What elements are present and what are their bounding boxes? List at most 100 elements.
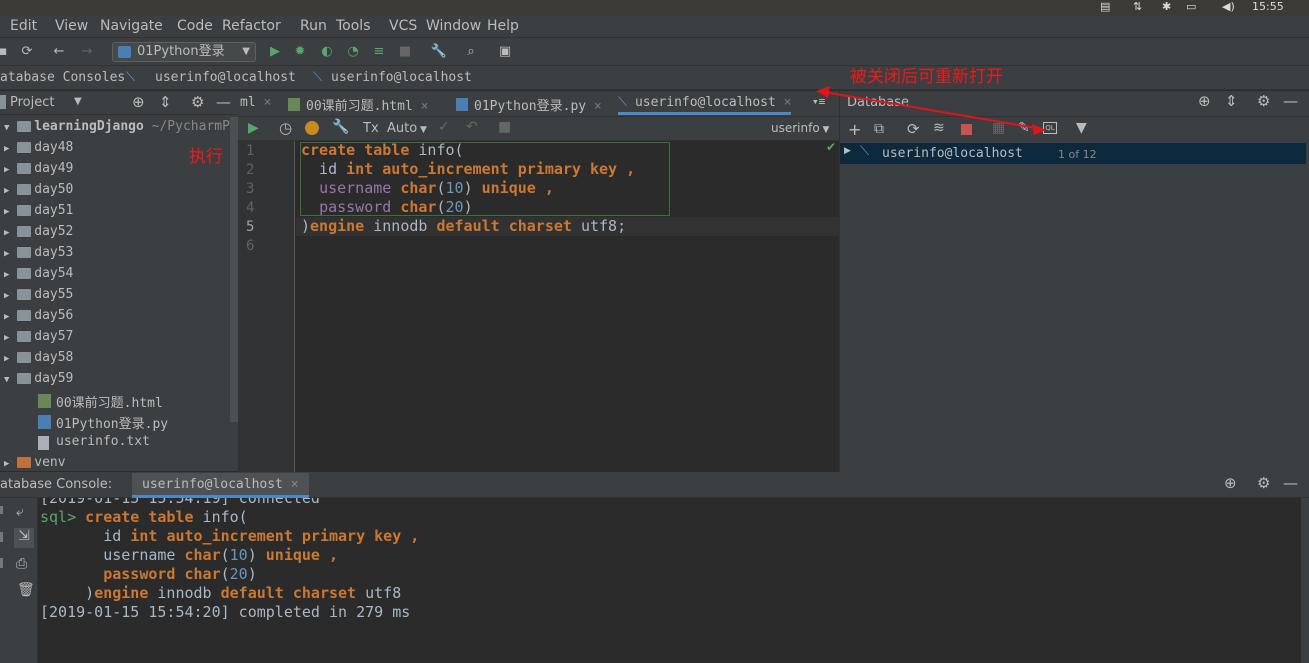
search-icon[interactable]: ⌕ bbox=[462, 43, 480, 61]
back-icon[interactable]: ← bbox=[50, 43, 68, 61]
tab-html[interactable]: 00课前习题.html × bbox=[288, 95, 428, 114]
close-icon[interactable]: × bbox=[421, 99, 429, 114]
tree-folder[interactable]: ▶ day55 bbox=[4, 287, 73, 302]
close-icon[interactable]: × bbox=[291, 477, 299, 492]
tree-folder[interactable]: ▶ day51 bbox=[4, 203, 73, 218]
console-tab[interactable]: userinfo@localhost × bbox=[132, 473, 309, 498]
menu-code[interactable]: Code bbox=[177, 18, 213, 34]
menu-run[interactable]: Run bbox=[300, 18, 327, 34]
tree-folder[interactable]: ▶ day53 bbox=[4, 245, 73, 260]
tree-folder[interactable]: ▶ day50 bbox=[4, 182, 73, 197]
menu-refactor[interactable]: Refactor bbox=[222, 18, 281, 34]
battery-icon[interactable]: ▭ bbox=[1186, 0, 1196, 13]
scroll-to-end-icon[interactable]: ⇲ bbox=[14, 528, 34, 548]
tree-folder[interactable]: ▶ day49 bbox=[4, 161, 73, 176]
trash-icon[interactable]: 🗑 bbox=[17, 582, 35, 598]
tab-console[interactable]: ⟍ userinfo@localhost × bbox=[618, 95, 792, 115]
parameters-icon[interactable] bbox=[305, 121, 319, 135]
close-icon[interactable]: × bbox=[594, 99, 602, 114]
debug-icon[interactable]: ✹ bbox=[291, 43, 309, 61]
save-icon[interactable]: ▪ bbox=[0, 43, 12, 61]
python-icon bbox=[118, 46, 131, 58]
tab-html-partial[interactable]: ml × bbox=[240, 95, 271, 110]
execute-icon[interactable]: ▶ bbox=[248, 120, 259, 136]
target-icon[interactable]: ⊕ bbox=[1198, 92, 1211, 110]
project-scrollbar[interactable] bbox=[230, 117, 238, 422]
menu-view[interactable]: View bbox=[55, 18, 88, 34]
menu-navigate[interactable]: Navigate bbox=[100, 18, 163, 34]
tree-folder[interactable]: ▶ venv bbox=[4, 455, 66, 471]
close-icon[interactable]: × bbox=[263, 95, 271, 110]
settings-wrench-icon[interactable]: 🔧 bbox=[332, 119, 349, 135]
tab-python[interactable]: 01Python登录.py × bbox=[456, 95, 602, 114]
concurrency-icon[interactable]: ≡ bbox=[370, 43, 388, 61]
tree-connection-row[interactable]: ▶ ⟍ userinfo@localhost 1 of 12 bbox=[840, 143, 1306, 164]
close-icon[interactable]: × bbox=[784, 95, 792, 110]
tree-file[interactable]: 00课前习题.html bbox=[38, 392, 163, 411]
folder-label: day59 bbox=[34, 371, 74, 386]
hide-icon[interactable]: — bbox=[216, 93, 231, 111]
clock[interactable]: 15:55 bbox=[1252, 0, 1284, 13]
menu-help[interactable]: Help bbox=[487, 18, 519, 34]
console-scrollbar[interactable] bbox=[1301, 498, 1309, 663]
target-icon[interactable]: ⊕ bbox=[132, 93, 145, 111]
folder-icon bbox=[17, 268, 32, 279]
volume-icon[interactable]: ◀) bbox=[1222, 0, 1235, 13]
tree-root[interactable]: ▼ learningDjango ~/PycharmP bbox=[4, 119, 230, 134]
collapse-icon[interactable]: ⇕ bbox=[1225, 92, 1238, 110]
history-icon[interactable]: ◷ bbox=[279, 119, 292, 137]
connection-name: userinfo@localhost bbox=[882, 146, 1023, 161]
tree-file[interactable]: 01Python登录.py bbox=[38, 413, 168, 432]
hide-icon[interactable]: — bbox=[1283, 92, 1298, 110]
console-output[interactable]: [2019-01-15 15:54:19] connected sql> cre… bbox=[38, 498, 1301, 663]
soft-wrap-icon[interactable]: ⤶ bbox=[16, 504, 24, 520]
breadcrumb-console[interactable]: userinfo@localhost bbox=[331, 70, 472, 85]
sync-icon[interactable]: ⟳ bbox=[18, 43, 36, 61]
hide-icon[interactable]: — bbox=[1283, 474, 1298, 492]
auto-commit-select[interactable]: Auto ▼ bbox=[387, 121, 427, 136]
gear-icon[interactable]: ⚙ bbox=[1257, 92, 1270, 110]
tree-folder[interactable]: ▼ day59 bbox=[4, 371, 73, 386]
tree-folder[interactable]: ▶ day52 bbox=[4, 224, 73, 239]
forward-icon[interactable]: → bbox=[78, 43, 96, 61]
keyboard-icon[interactable]: ▤ bbox=[1100, 0, 1110, 13]
run-config-select[interactable]: 01Python登录 ▼ bbox=[112, 42, 256, 62]
tree-file[interactable]: userinfo.txt bbox=[38, 434, 150, 450]
breadcrumb-database-consoles[interactable]: atabase Consoles bbox=[0, 70, 125, 85]
stop-icon[interactable]: ■ bbox=[498, 119, 511, 135]
vcs-icon[interactable]: ▣ bbox=[496, 43, 514, 61]
collapse-icon[interactable]: ⇕ bbox=[159, 93, 172, 111]
rollback-icon[interactable]: ↶ bbox=[466, 119, 478, 135]
settings-wrench-icon[interactable]: 🔧 bbox=[430, 43, 448, 61]
tree-folder[interactable]: ▶ day56 bbox=[4, 308, 73, 323]
tx-mode[interactable]: Tx bbox=[363, 121, 379, 136]
run-config-label: 01Python登录 bbox=[137, 44, 225, 59]
console-header: atabase Console: userinfo@localhost × ⊕ … bbox=[0, 472, 1309, 498]
tree-folder[interactable]: ▶ day58 bbox=[4, 350, 73, 365]
project-title[interactable]: Project bbox=[10, 95, 54, 110]
gear-icon[interactable]: ⚙ bbox=[1257, 474, 1270, 492]
menu-tools[interactable]: Tools bbox=[336, 18, 371, 34]
commit-icon[interactable]: ✓ bbox=[438, 119, 450, 135]
stop-icon[interactable]: ■ bbox=[396, 43, 414, 61]
bluetooth-icon[interactable]: ✱ bbox=[1162, 0, 1171, 13]
profile-icon[interactable]: ◔ bbox=[344, 43, 362, 61]
tree-folder[interactable]: ▶ day57 bbox=[4, 329, 73, 344]
print-icon[interactable]: ⎙ bbox=[16, 556, 27, 572]
run-icon[interactable]: ▶ bbox=[266, 43, 284, 61]
line-number: 6 bbox=[246, 238, 255, 254]
tree-folder[interactable]: ▶ day54 bbox=[4, 266, 73, 281]
tree-folder[interactable]: ▶ day48 bbox=[4, 140, 73, 155]
chevron-down-icon[interactable]: ▼ bbox=[74, 96, 82, 107]
menu-vcs[interactable]: VCS bbox=[389, 18, 417, 34]
menu-window[interactable]: Window bbox=[426, 18, 481, 34]
menu-edit[interactable]: Edit bbox=[10, 18, 37, 34]
gear-icon[interactable]: ⚙ bbox=[191, 93, 204, 111]
coverage-icon[interactable]: ◐ bbox=[318, 43, 336, 61]
editor-toolbar: ▶ ◷ 🔧 Tx Auto ▼ ✓ ↶ ■ userinfo ▼ bbox=[238, 117, 839, 141]
chevron-right-icon: ▶ bbox=[844, 146, 851, 156]
network-icon[interactable]: ⇅ bbox=[1133, 0, 1142, 13]
breadcrumb-connection[interactable]: userinfo@localhost bbox=[155, 70, 296, 85]
target-icon[interactable]: ⊕ bbox=[1224, 474, 1237, 492]
filter-icon[interactable]: ▼ bbox=[1076, 120, 1087, 136]
